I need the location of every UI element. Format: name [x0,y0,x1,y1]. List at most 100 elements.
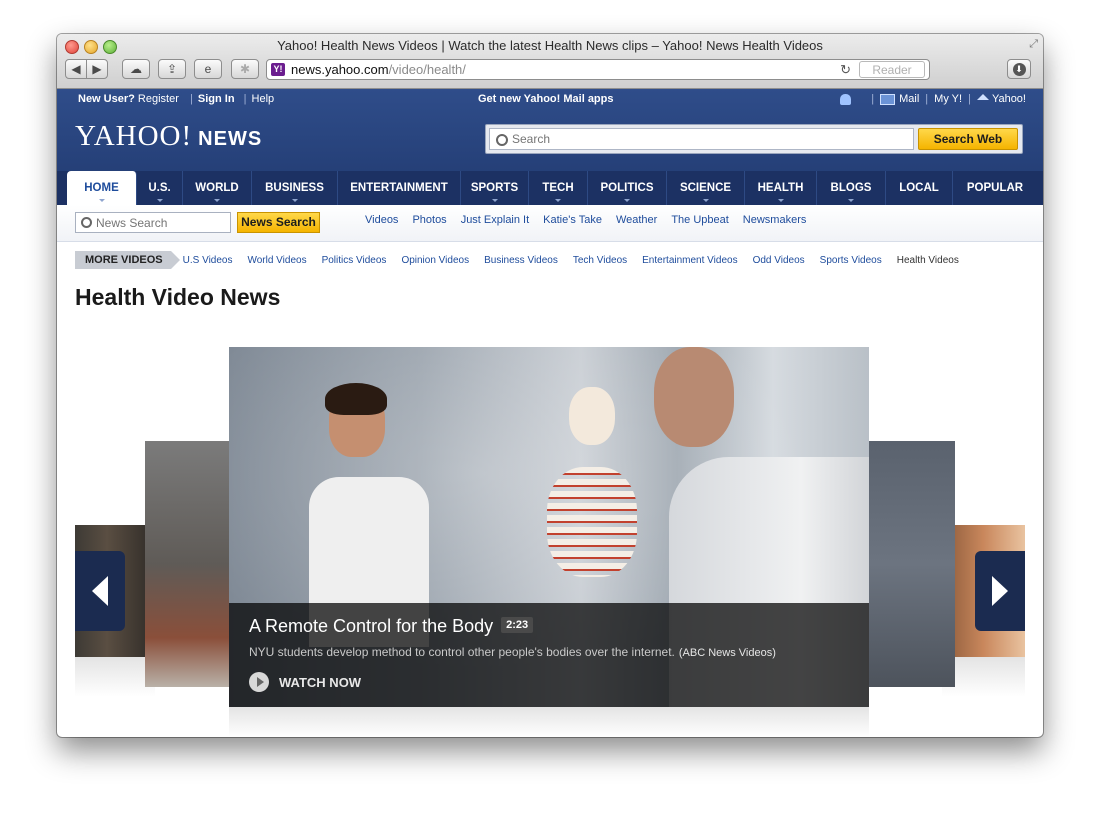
sign-in-link[interactable]: Sign In [198,93,235,105]
chevron-down-icon [98,199,105,202]
reload-icon[interactable]: ↻ [840,62,851,78]
watch-now-label: WATCH NOW [279,674,362,690]
downloads-button[interactable]: ⬇ [1007,59,1031,79]
video-link-tech[interactable]: Tech Videos [573,255,627,266]
video-thumbnail-right[interactable] [867,441,955,687]
nav-business[interactable]: BUSINESS [252,171,338,205]
share-icon: ⇪ [166,62,178,76]
nav-popular[interactable]: POPULAR [953,171,1037,205]
nav-politics[interactable]: POLITICS [588,171,667,205]
search-web-button[interactable]: Search Web [918,128,1018,150]
nav-tech[interactable]: TECH [529,171,588,205]
chevron-down-icon [777,199,784,202]
news-logo-text: NEWS [198,128,263,150]
url-text[interactable]: news.yahoo.com/video/health/ [291,62,466,77]
reader-button[interactable]: Reader [859,61,925,78]
nav-blogs[interactable]: BLOGS [817,171,886,205]
chevron-down-icon [156,199,163,202]
video-thumbnail-left[interactable] [145,441,235,687]
video-description: NYU students develop method to control o… [249,645,776,659]
sublink-just-explain-it[interactable]: Just Explain It [461,214,529,226]
web-search-input[interactable] [489,128,914,150]
mail-apps-link[interactable]: Get new Yahoo! Mail apps [478,93,614,105]
forward-button[interactable]: ▶ [86,59,108,79]
nav-health[interactable]: HEALTH [745,171,817,205]
share-button[interactable]: ⇪ [158,59,186,79]
nav-entertainment[interactable]: ENTERTAINMENT [338,171,461,205]
browser-window: Yahoo! Health News Videos | Watch the la… [57,34,1043,737]
sub-nav: News Search Videos Photos Just Explain I… [57,205,1043,242]
nav-science[interactable]: SCIENCE [667,171,745,205]
video-reflection [229,707,869,737]
nav-local[interactable]: LOCAL [886,171,953,205]
bell-icon[interactable] [840,93,852,105]
back-button[interactable]: ◀ [65,59,87,79]
sublink-weather[interactable]: Weather [616,214,657,226]
video-link-entertainment[interactable]: Entertainment Videos [642,255,737,266]
video-link-health[interactable]: Health Videos [897,255,959,266]
nav-label: BLOGS [830,182,872,194]
chevron-left-icon [92,576,108,606]
video-link-us[interactable]: U.S Videos [183,255,233,266]
yahoo-home-link[interactable]: Yahoo! [992,93,1026,105]
address-bar[interactable]: Y! news.yahoo.com/video/health/ ↻ Reader [266,59,930,80]
video-link-politics[interactable]: Politics Videos [322,255,387,266]
nav-world[interactable]: WORLD [183,171,252,205]
yahoo-header: New User? Register | Sign In | Help Get … [57,89,1043,205]
chevron-down-icon [624,199,630,202]
yahoo-news-logo[interactable]: YAHOO! NEWS [75,120,262,153]
video-title[interactable]: A Remote Control for the Body 2:23 [249,616,534,637]
featured-video[interactable]: A Remote Control for the Body 2:23 NYU st… [229,347,869,707]
home-icon [976,94,989,100]
mail-link[interactable]: Mail [899,93,919,105]
icloud-tabs-button[interactable]: ☁ [122,59,150,79]
nav-label: TECH [542,182,574,194]
carousel-next-button[interactable] [975,551,1025,631]
section-links: Videos Photos Just Explain It Katie's Ta… [365,214,806,226]
news-search-button[interactable]: News Search [237,212,320,233]
watch-now-button[interactable]: WATCH NOW [249,670,361,694]
my-yahoo-link[interactable]: My Y! [934,93,962,105]
sublink-the-upbeat[interactable]: The Upbeat [671,214,728,226]
yahoo-favicon-icon: Y! [271,63,285,76]
divider: | [925,93,929,105]
carousel-prev-button[interactable] [75,551,125,631]
search-icon [496,134,508,146]
help-link[interactable]: Help [252,93,275,105]
main-nav: HOME U.S. WORLD BUSINESS ENTERTAINMENT S… [57,171,1043,205]
video-link-business[interactable]: Business Videos [484,255,558,266]
video-link-odd[interactable]: Odd Videos [753,255,805,266]
nav-label: U.S. [148,182,171,194]
nav-home[interactable]: HOME [67,171,137,205]
nav-label: HEALTH [757,182,804,194]
video-source: (ABC News Videos) [678,647,776,659]
register-link[interactable]: Register [138,93,179,105]
nav-label: POLITICS [600,182,654,194]
download-icon: ⬇ [1012,62,1026,76]
news-search-input[interactable] [75,212,231,233]
sublink-newsmakers[interactable]: Newsmakers [743,214,807,226]
nav-label: SCIENCE [679,182,732,194]
video-link-opinion[interactable]: Opinion Videos [401,255,469,266]
ie-icon: e [204,62,212,76]
ie-tab-button[interactable]: e [194,59,222,79]
nav-us[interactable]: U.S. [137,171,183,205]
video-frame-student [299,383,449,647]
nav-label: ENTERTAINMENT [350,182,448,194]
video-description-text: NYU students develop method to control o… [249,645,675,659]
divider: | [871,93,875,105]
extension-button[interactable]: ✱ [231,59,259,79]
video-link-world[interactable]: World Videos [247,255,306,266]
cloud-icon: ☁ [130,62,142,76]
title-bar: Yahoo! Health News Videos | Watch the la… [57,34,1043,89]
nav-sports[interactable]: SPORTS [461,171,529,205]
new-user-label: New User? [78,93,135,105]
fullscreen-icon[interactable]: ⤢ [1029,38,1038,51]
back-arrow-icon: ◀ [71,62,81,76]
sublink-katies-take[interactable]: Katie's Take [543,214,602,226]
sublink-photos[interactable]: Photos [412,214,446,226]
account-links: New User? Register | Sign In | Help [78,93,276,105]
chevron-down-icon [291,199,298,202]
sublink-videos[interactable]: Videos [365,214,398,226]
video-link-sports[interactable]: Sports Videos [820,255,882,266]
